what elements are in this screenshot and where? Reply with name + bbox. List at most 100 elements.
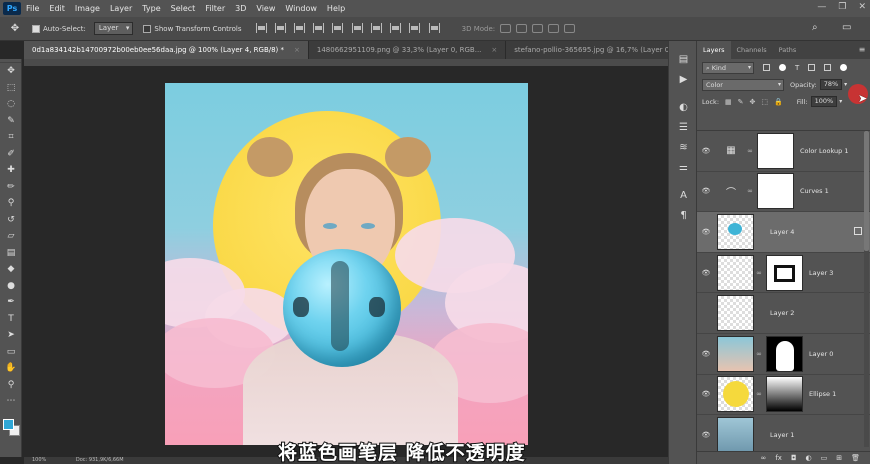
menu-view[interactable]: View xyxy=(251,4,280,13)
filter-smart-icon[interactable] xyxy=(824,64,832,71)
artwork-canvas[interactable] xyxy=(165,83,528,445)
filter-pixel-icon[interactable] xyxy=(763,64,770,71)
filter-type-icon[interactable]: T xyxy=(795,64,799,72)
canvas-area[interactable] xyxy=(24,66,668,457)
menu-select[interactable]: Select xyxy=(166,4,201,13)
align-middle-icon[interactable] xyxy=(274,22,286,33)
mask-link-icon[interactable]: ∞ xyxy=(754,390,764,398)
layer-row-layer-2[interactable]: Layer 2 xyxy=(697,293,870,334)
visibility-eye-icon[interactable]: 👁 xyxy=(697,147,715,155)
actions-panel-icon[interactable]: ▶ xyxy=(669,69,698,89)
history-panel-icon[interactable]: ▤ xyxy=(669,49,698,69)
scroll-thumb[interactable] xyxy=(864,131,869,251)
visibility-eye-icon[interactable]: 👁 xyxy=(697,431,715,439)
3d-rotate-icon[interactable] xyxy=(500,24,512,33)
distribute-v-icon[interactable] xyxy=(409,22,421,33)
align-center-icon[interactable] xyxy=(332,22,344,33)
new-group-icon[interactable]: ▭ xyxy=(821,454,828,462)
brush-settings-icon[interactable]: ≋ xyxy=(669,137,698,157)
properties-panel-icon[interactable]: ☰ xyxy=(669,117,698,137)
restore-button[interactable]: ❐ xyxy=(838,2,846,12)
lock-artboard-icon[interactable]: ⬚ xyxy=(761,98,768,106)
add-mask-icon[interactable]: ◘ xyxy=(791,454,797,462)
workspace-icon[interactable]: ▭ xyxy=(842,22,856,36)
crop-tool-icon[interactable]: ⌗ xyxy=(0,129,22,146)
foreground-color-swatch[interactable] xyxy=(3,419,14,430)
filter-toggle-icon[interactable] xyxy=(840,64,848,71)
auto-align-icon[interactable] xyxy=(428,22,440,33)
auto-select-checkbox[interactable] xyxy=(32,24,40,33)
delete-layer-icon[interactable]: 🗑 xyxy=(851,454,860,462)
visibility-eye-icon[interactable]: 👁 xyxy=(697,187,715,195)
layer-row-layer-1[interactable]: 👁 Layer 1 xyxy=(697,415,870,456)
mask-link-icon[interactable]: ∞ xyxy=(745,187,755,195)
kind-filter-dropdown[interactable]: ⌕ Kind xyxy=(702,61,754,74)
search-icon[interactable]: ⌕ xyxy=(812,22,826,36)
menu-layer[interactable]: Layer xyxy=(105,4,137,13)
quick-select-icon[interactable]: ✎ xyxy=(0,113,22,130)
more-tools-icon[interactable]: ⋯ xyxy=(0,393,22,410)
menu-edit[interactable]: Edit xyxy=(44,4,70,13)
tab-document-2[interactable]: 1480662951109.png @ 33,3% (Layer 0, RGB.… xyxy=(308,41,507,59)
distribute-icon[interactable] xyxy=(370,22,382,33)
strip-grip[interactable] xyxy=(669,41,696,49)
fx-icon[interactable]: fx xyxy=(775,454,782,462)
tab-channels[interactable]: Channels xyxy=(731,41,773,59)
layer-thumbnail[interactable] xyxy=(717,335,754,372)
menu-3d[interactable]: 3D xyxy=(230,4,251,13)
layer-mask-thumbnail[interactable] xyxy=(757,173,794,210)
tab-document-1[interactable]: 0d1a834142b14700972b00eb0ee56daa.jpg @ 1… xyxy=(24,41,309,59)
move-tool-icon[interactable]: ✥ xyxy=(8,22,22,36)
close-button[interactable]: ✕ xyxy=(858,2,866,12)
brush-tool-icon[interactable]: ✏ xyxy=(0,179,22,196)
clone-source-icon[interactable]: ⚌ xyxy=(669,157,698,177)
lock-all-icon[interactable]: 🔒 xyxy=(774,98,783,106)
visibility-eye-icon[interactable]: 👁 xyxy=(697,390,715,398)
layer-row-ellipse-1[interactable]: 👁 ∞ Ellipse 1 xyxy=(697,375,870,416)
move-tool-icon[interactable]: ✥ xyxy=(0,63,22,80)
layer-thumbnail[interactable] xyxy=(717,416,754,453)
3d-slide-icon[interactable] xyxy=(548,24,560,33)
3d-drag-icon[interactable] xyxy=(532,24,544,33)
close-tab-icon[interactable]: × xyxy=(294,46,300,54)
layer-mask-thumbnail[interactable] xyxy=(766,335,803,372)
history-brush-icon[interactable]: ↺ xyxy=(0,212,22,229)
type-tool-icon[interactable]: T xyxy=(0,311,22,328)
visibility-eye-icon[interactable]: 👁 xyxy=(697,228,715,236)
paragraph-panel-icon[interactable]: ¶ xyxy=(669,205,698,225)
layer-thumbnail[interactable] xyxy=(717,254,754,291)
minimize-button[interactable]: — xyxy=(817,2,826,12)
mask-link-icon[interactable]: ∞ xyxy=(754,269,764,277)
layer-thumbnail[interactable] xyxy=(717,295,754,332)
layers-scrollbar[interactable] xyxy=(864,131,869,447)
visibility-eye-icon[interactable]: 👁 xyxy=(697,269,715,277)
lasso-tool-icon[interactable]: ◌ xyxy=(0,96,22,113)
align-left-icon[interactable] xyxy=(313,22,325,33)
close-tab-icon[interactable]: × xyxy=(491,46,497,54)
filter-adjustment-icon[interactable] xyxy=(779,64,786,71)
layer-row-layer-3[interactable]: 👁 ∞ Layer 3 xyxy=(697,253,870,294)
mask-link-icon[interactable]: ∞ xyxy=(754,350,764,358)
layer-mask-thumbnail[interactable] xyxy=(766,254,803,291)
align-right-icon[interactable] xyxy=(351,22,363,33)
align-top-icon[interactable] xyxy=(255,22,267,33)
layer-thumbnail[interactable] xyxy=(717,213,754,250)
clone-stamp-icon[interactable]: ⚲ xyxy=(0,195,22,212)
adjustments-panel-icon[interactable]: ◐ xyxy=(669,97,698,117)
lock-position-icon[interactable]: ✥ xyxy=(750,98,756,106)
eyedropper-icon[interactable]: ✐ xyxy=(0,146,22,163)
zoom-level[interactable]: 100% xyxy=(32,457,46,463)
menu-type[interactable]: Type xyxy=(137,4,165,13)
blur-tool-icon[interactable]: ◆ xyxy=(0,261,22,278)
layer-row-layer-4[interactable]: 👁 Layer 4 xyxy=(697,212,870,253)
menu-window[interactable]: Window xyxy=(280,4,322,13)
tab-layers[interactable]: Layers xyxy=(697,41,731,59)
menu-file[interactable]: File xyxy=(21,4,44,13)
transform-controls-checkbox[interactable] xyxy=(143,24,152,33)
tab-paths[interactable]: Paths xyxy=(773,41,803,59)
layer-mask-thumbnail[interactable] xyxy=(766,376,803,413)
shape-tool-icon[interactable]: ▭ xyxy=(0,344,22,361)
panel-menu-icon[interactable]: ≡ xyxy=(854,41,870,59)
3d-roll-icon[interactable] xyxy=(516,24,528,33)
layer-row-layer-0[interactable]: 👁 ∞ Layer 0 xyxy=(697,334,870,375)
